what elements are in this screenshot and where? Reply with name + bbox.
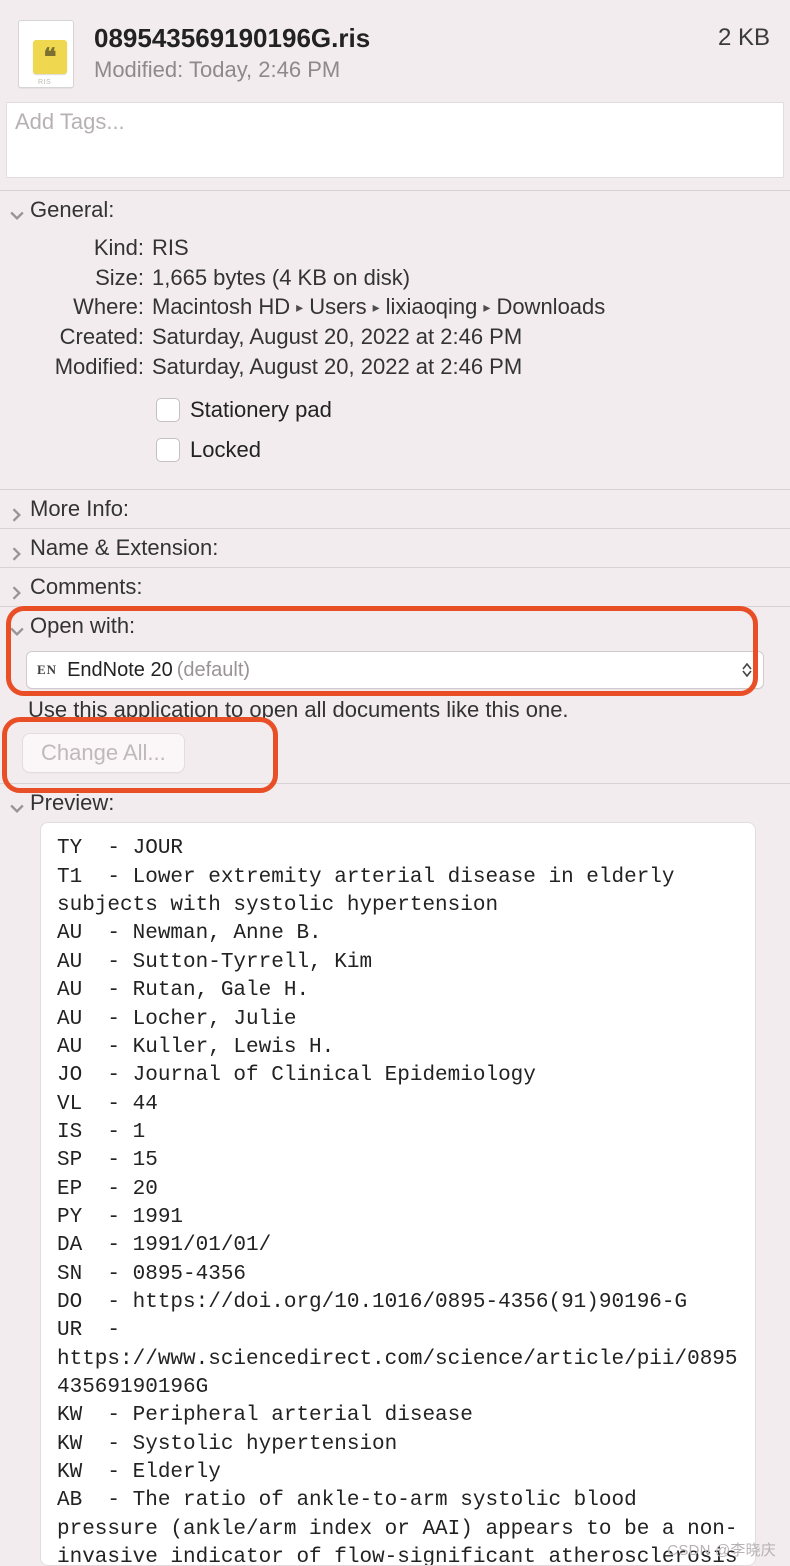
size-value: 1,665 bytes (4 KB on disk) xyxy=(152,263,780,293)
where-label: Where: xyxy=(38,292,144,322)
section-comments[interactable]: Comments: xyxy=(0,567,790,606)
tags-input[interactable]: Add Tags... xyxy=(6,102,784,178)
stationery-pad-checkbox[interactable] xyxy=(156,398,180,422)
size-label: Size: xyxy=(38,263,144,293)
file-type-icon: ❝ RIS xyxy=(18,20,78,88)
app-badge-icon: EN xyxy=(37,662,57,678)
created-value: Saturday, August 20, 2022 at 2:46 PM xyxy=(152,322,780,352)
kind-value: RIS xyxy=(152,233,780,263)
open-with-default-suffix: (default) xyxy=(177,659,250,682)
path-sep-icon: ▸ xyxy=(296,298,303,317)
kind-label: Kind: xyxy=(38,233,144,263)
open-with-hint: Use this application to open all documen… xyxy=(0,693,790,725)
preview-content: TY - JOUR T1 - Lower extremity arterial … xyxy=(40,822,756,1566)
chevron-right-icon xyxy=(10,502,24,516)
chevron-right-icon xyxy=(10,541,24,555)
section-label: Name & Extension: xyxy=(30,535,218,561)
section-label: General: xyxy=(30,197,114,223)
path-sep-icon: ▸ xyxy=(373,298,380,317)
chevron-down-icon xyxy=(10,619,24,633)
where-value: Macintosh HD▸Users▸lixiaoqing▸Downloads xyxy=(152,292,780,322)
general-content: Kind: RIS Size: 1,665 bytes (4 KB on disk)… xyxy=(0,229,790,489)
created-label: Created: xyxy=(38,322,144,352)
open-with-app-name: EndNote 20 xyxy=(67,659,173,682)
modified-value: Saturday, August 20, 2022 at 2:46 PM xyxy=(152,352,780,382)
section-more-info[interactable]: More Info: xyxy=(0,489,790,528)
chevron-down-icon xyxy=(10,203,24,217)
open-with-dropdown[interactable]: EN EndNote 20 (default) xyxy=(26,651,764,689)
section-label: Comments: xyxy=(30,574,142,600)
section-general[interactable]: General: xyxy=(0,190,790,229)
file-modified-summary: Modified: Today, 2:46 PM xyxy=(94,57,718,83)
modified-label: Modified: xyxy=(38,352,144,382)
stationery-pad-label: Stationery pad xyxy=(190,397,332,423)
watermark: CSDN @李晓庆 xyxy=(667,1539,776,1560)
file-size-summary: 2 KB xyxy=(718,20,772,52)
section-open-with[interactable]: Open with: xyxy=(0,606,790,645)
section-preview[interactable]: Preview: xyxy=(10,790,780,816)
path-sep-icon: ▸ xyxy=(483,298,490,317)
file-header: ❝ RIS 089543569190196G.ris Modified: Tod… xyxy=(0,0,790,96)
locked-checkbox[interactable] xyxy=(156,438,180,462)
change-all-button[interactable]: Change All... xyxy=(22,733,185,773)
chevron-right-icon xyxy=(10,580,24,594)
section-name-extension[interactable]: Name & Extension: xyxy=(0,528,790,567)
section-label: More Info: xyxy=(30,496,129,522)
section-label: Preview: xyxy=(30,790,114,816)
chevron-down-icon xyxy=(10,796,24,810)
up-down-icon xyxy=(739,658,755,682)
locked-label: Locked xyxy=(190,437,261,463)
file-name: 089543569190196G.ris xyxy=(94,24,718,53)
section-label: Open with: xyxy=(30,613,135,639)
